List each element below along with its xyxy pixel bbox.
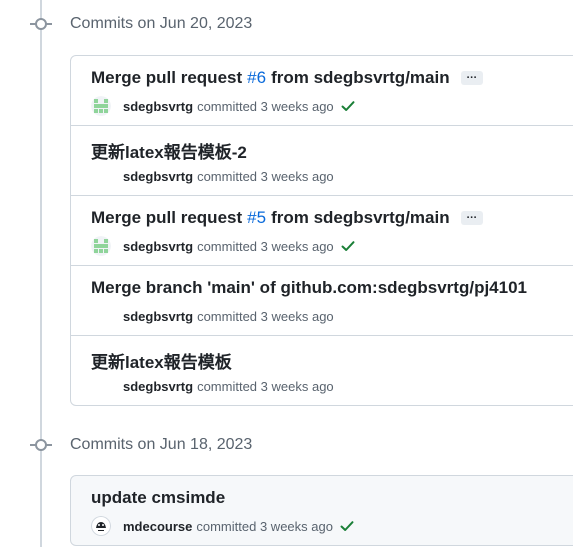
check-icon[interactable]: [339, 518, 355, 534]
commit-row: Merge pull request #6 from sdegbsvrtg/ma…: [71, 56, 573, 125]
commit-title[interactable]: 更新latex報告模板: [91, 348, 232, 373]
commit-action: committed: [197, 308, 258, 324]
commit-author[interactable]: sdegbsvrtg: [123, 239, 193, 254]
commit-meta: sdegbsvrtg committed 3 weeks ago: [91, 166, 334, 186]
identicon-avatar[interactable]: [91, 236, 111, 256]
commit-group-header: Commits on Jun 20, 2023: [30, 12, 252, 36]
commit-list: Merge pull request #6 from sdegbsvrtg/ma…: [70, 55, 573, 406]
commit-title[interactable]: 更新latex報告模板-2: [91, 138, 247, 163]
commit-list: update cmsimde mdecourse committed 3 wee…: [70, 475, 573, 546]
commit-time: 3 weeks ago: [260, 378, 334, 394]
group-date-label: Commits on Jun 18, 2023: [70, 436, 253, 453]
check-icon[interactable]: [340, 98, 356, 114]
commit-action: committed: [197, 378, 258, 394]
commit-meta: sdegbsvrtg committed 3 weeks ago: [91, 306, 334, 326]
commit-group-header: Commits on Jun 18, 2023: [30, 433, 252, 457]
pull-request-link[interactable]: #5: [247, 208, 266, 228]
git-commit-icon: [30, 16, 52, 32]
commit-author[interactable]: sdegbsvrtg: [123, 309, 193, 324]
commit-time: 3 weeks ago: [259, 518, 333, 534]
logo-avatar[interactable]: [91, 516, 111, 536]
commit-title-prefix[interactable]: Merge pull request: [91, 208, 242, 228]
commit-title[interactable]: Merge pull request #5 from sdegbsvrtg/ma…: [91, 208, 483, 228]
commit-author[interactable]: sdegbsvrtg: [123, 379, 193, 394]
commit-title[interactable]: Merge branch 'main' of github.com:sdegbs…: [91, 278, 527, 298]
commit-time: 3 weeks ago: [260, 308, 334, 324]
expand-message-button[interactable]: …: [460, 70, 483, 85]
commit-action: committed: [196, 518, 257, 534]
commit-author[interactable]: mdecourse: [123, 519, 192, 534]
expand-message-button[interactable]: …: [460, 210, 483, 225]
commit-time: 3 weeks ago: [260, 238, 334, 254]
commit-row: Merge pull request #5 from sdegbsvrtg/ma…: [71, 195, 573, 265]
commit-time: 3 weeks ago: [260, 168, 334, 184]
commit-title[interactable]: update cmsimde: [91, 488, 225, 508]
pull-request-link[interactable]: #6: [247, 68, 266, 88]
commit-row: update cmsimde mdecourse committed 3 wee…: [71, 476, 573, 545]
commit-meta: sdegbsvrtg committed 3 weeks ago: [91, 96, 356, 116]
commit-title-suffix[interactable]: from sdegbsvrtg/main: [271, 68, 450, 88]
group-date-label: Commits on Jun 20, 2023: [70, 15, 253, 32]
commit-meta: sdegbsvrtg committed 3 weeks ago: [91, 376, 334, 396]
commit-author[interactable]: sdegbsvrtg: [123, 99, 193, 114]
git-commit-icon: [30, 437, 52, 453]
commit-title-prefix[interactable]: Merge pull request: [91, 68, 242, 88]
commit-time: 3 weeks ago: [260, 98, 334, 114]
commit-meta: mdecourse committed 3 weeks ago: [91, 516, 355, 536]
commit-author[interactable]: sdegbsvrtg: [123, 169, 193, 184]
commit-row: Merge branch 'main' of github.com:sdegbs…: [71, 265, 573, 335]
identicon-avatar[interactable]: [91, 96, 111, 116]
commit-title-suffix[interactable]: from sdegbsvrtg/main: [271, 208, 450, 228]
commit-row: 更新latex報告模板-2 sdegbsvrtg committed 3 wee…: [71, 125, 573, 195]
commit-meta: sdegbsvrtg committed 3 weeks ago: [91, 236, 356, 256]
timeline-line: [40, 0, 42, 547]
commit-action: committed: [197, 168, 258, 184]
commit-action: committed: [197, 238, 258, 254]
commit-row: 更新latex報告模板 sdegbsvrtg committed 3 weeks…: [71, 335, 573, 405]
commit-title[interactable]: Merge pull request #6 from sdegbsvrtg/ma…: [91, 68, 483, 88]
check-icon[interactable]: [340, 238, 356, 254]
commit-action: committed: [197, 98, 258, 114]
